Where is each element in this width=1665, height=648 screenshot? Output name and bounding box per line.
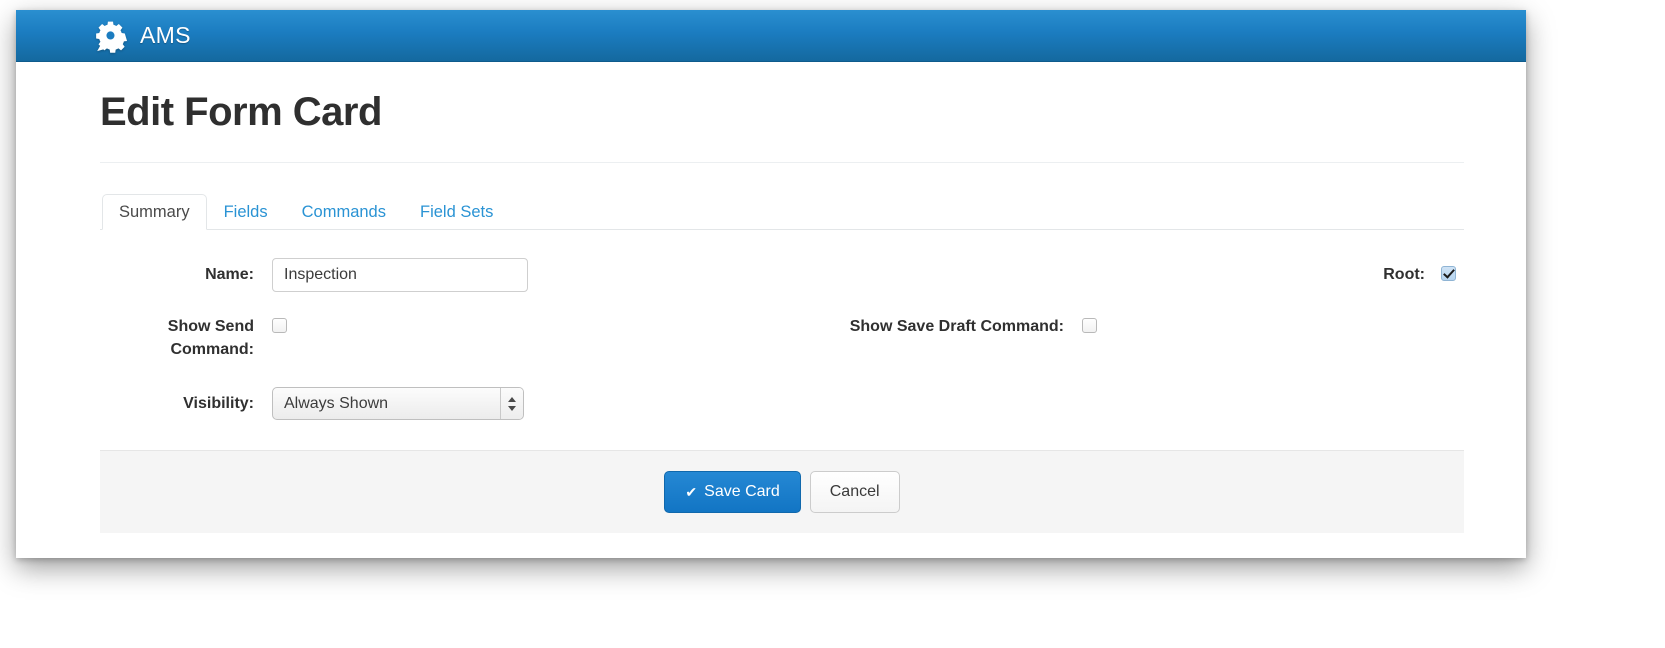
field-show-send-command: Show Send Command:: [100, 308, 782, 361]
field-name: Name:: [100, 256, 782, 292]
show-save-draft-command-control: [1082, 308, 1097, 333]
visibility-select[interactable]: Always Shown: [272, 387, 524, 421]
app-window: AMS Edit Form Card Summary Fields Comman…: [16, 10, 1526, 558]
name-control: [272, 256, 528, 292]
save-card-button[interactable]: ✔ Save Card: [664, 471, 801, 514]
tab-fields[interactable]: Fields: [207, 194, 285, 231]
tab-bar: Summary Fields Commands Field Sets: [100, 191, 1464, 230]
show-send-command-control: [272, 308, 287, 333]
root-checkbox[interactable]: [1441, 266, 1456, 281]
visibility-select-stepper[interactable]: [500, 388, 523, 420]
root-label: Root:: [1383, 266, 1425, 283]
name-label: Name:: [205, 266, 254, 283]
field-visibility: Visibility: Always Shown: [100, 385, 782, 421]
tab-summary[interactable]: Summary: [102, 193, 207, 230]
form-row-visibility: Visibility: Always Shown: [100, 385, 1464, 421]
field-root: Root:: [782, 256, 1464, 286]
visibility-label: Visibility:: [183, 395, 254, 413]
gear-icon: [94, 19, 128, 53]
form-row-name: Name: Root:: [100, 256, 1464, 292]
show-send-command-checkbox[interactable]: [272, 318, 287, 333]
chevron-up-icon: [508, 396, 516, 402]
save-card-label: Save Card: [704, 483, 780, 501]
brand[interactable]: AMS: [94, 19, 191, 53]
tab-field-sets[interactable]: Field Sets: [403, 194, 510, 231]
page-title: Edit Form Card: [100, 90, 382, 134]
show-send-command-label: Show Send Command:: [167, 318, 254, 359]
check-icon: ✔: [685, 484, 698, 501]
form-row-commands: Show Send Command: Show Save Draft Comma…: [100, 308, 1464, 361]
show-save-draft-command-checkbox[interactable]: [1082, 318, 1097, 333]
name-input[interactable]: [272, 258, 528, 292]
cancel-button[interactable]: Cancel: [809, 471, 900, 514]
field-show-save-draft-command: Show Save Draft Command:: [782, 308, 1464, 338]
page-body: Edit Form Card Summary Fields Commands F…: [16, 90, 1526, 558]
visibility-select-value[interactable]: Always Shown: [272, 387, 524, 421]
form-actions-panel: ✔ Save Card Cancel: [100, 450, 1464, 534]
top-navbar: AMS: [16, 10, 1526, 62]
chevron-down-icon: [508, 405, 516, 411]
root-control: [1441, 256, 1456, 281]
visibility-control: Always Shown: [272, 385, 524, 421]
tab-commands[interactable]: Commands: [285, 194, 403, 231]
show-save-draft-command-label: Show Save Draft Command:: [849, 318, 1064, 335]
brand-label: AMS: [140, 22, 191, 48]
summary-form: Name: Root: Show Send: [100, 256, 1464, 421]
title-divider: [100, 162, 1464, 163]
screenshot-root: AMS Edit Form Card Summary Fields Comman…: [0, 0, 1665, 648]
